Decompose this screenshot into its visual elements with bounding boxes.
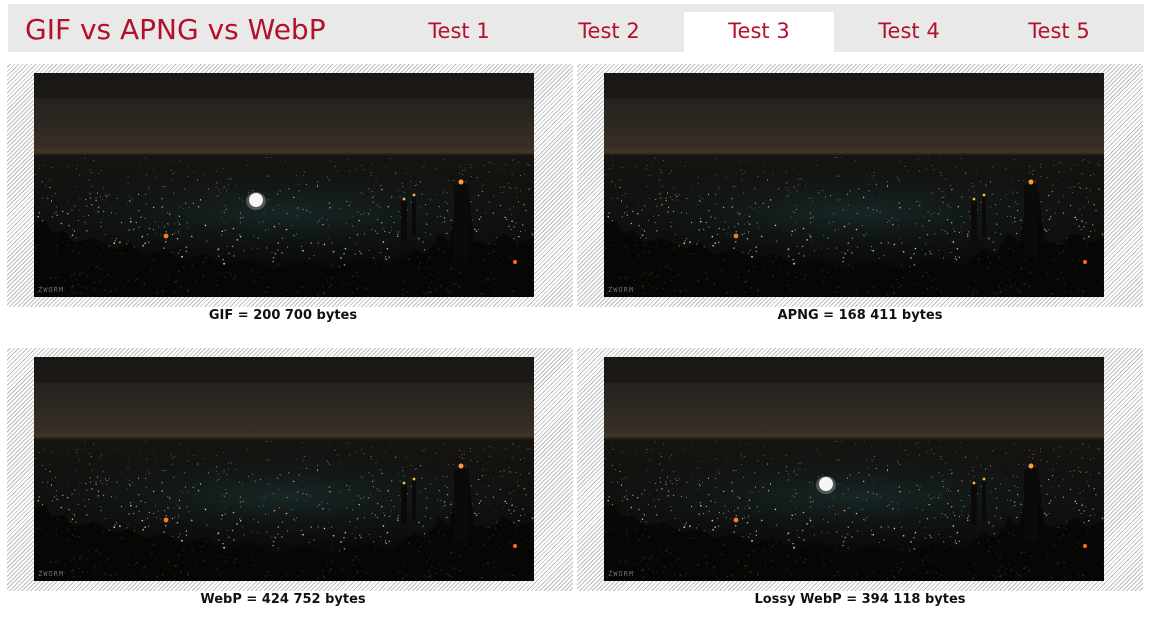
webp-image-panel: ZWORM <box>7 348 573 591</box>
apng-image-panel: ZWORM <box>577 64 1143 307</box>
apng-animation-image: ZWORM <box>604 73 1104 297</box>
lossy-webp-animation-image: ZWORM <box>604 357 1104 581</box>
tab-test-4[interactable]: Test 4 <box>834 12 984 52</box>
webp-size-caption: WebP = 424 752 bytes <box>200 592 366 607</box>
city-night-scene <box>34 73 534 297</box>
apng-size-caption: APNG = 168 411 bytes <box>777 308 943 323</box>
highlight-blob <box>816 476 836 494</box>
tab-test-2[interactable]: Test 2 <box>534 12 684 52</box>
city-night-scene <box>604 73 1104 297</box>
city-night-scene <box>34 357 534 581</box>
lossy-webp-size-caption: Lossy WebP = 394 118 bytes <box>754 592 966 607</box>
tab-test-5[interactable]: Test 5 <box>984 12 1134 52</box>
watermark: ZWORM <box>608 570 635 578</box>
tab-test-3[interactable]: Test 3 <box>684 12 834 52</box>
gif-size-caption: GIF = 200 700 bytes <box>208 308 358 323</box>
tab-test-1[interactable]: Test 1 <box>384 12 534 52</box>
page-title: GIF vs APNG vs WebP <box>25 13 326 46</box>
gif-animation-image: ZWORM <box>34 73 534 297</box>
city-night-scene <box>604 357 1104 581</box>
watermark: ZWORM <box>608 286 635 294</box>
gif-image-panel: ZWORM <box>7 64 573 307</box>
webp-animation-image: ZWORM <box>34 357 534 581</box>
watermark: ZWORM <box>38 570 65 578</box>
highlight-blob <box>246 192 266 210</box>
watermark: ZWORM <box>38 286 65 294</box>
header-bar: GIF vs APNG vs WebP Test 1 Test 2 Test 3… <box>8 4 1144 52</box>
lossy-webp-image-panel: ZWORM <box>577 348 1143 591</box>
